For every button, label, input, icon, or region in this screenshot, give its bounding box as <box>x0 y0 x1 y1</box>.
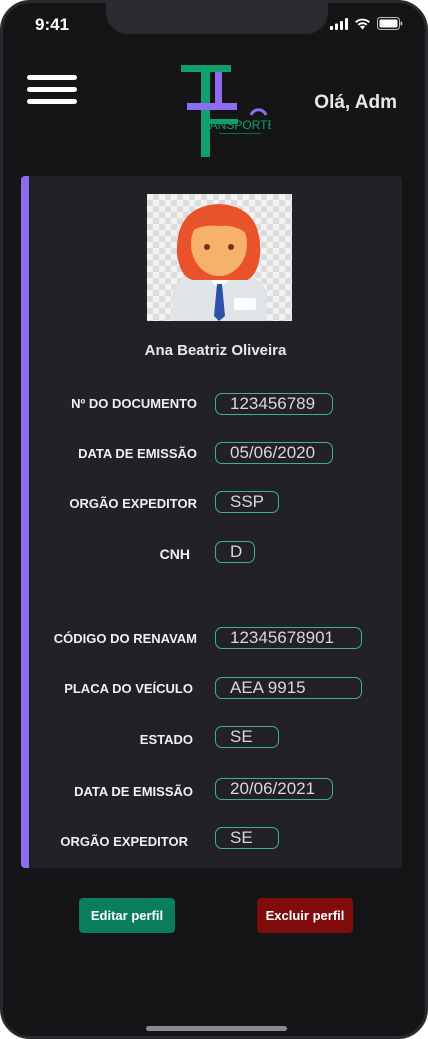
hamburger-menu-button[interactable] <box>27 75 79 105</box>
field-value-document-number: 123456789 <box>215 393 333 415</box>
field-value-issue-date: 05/06/2020 <box>215 442 333 464</box>
field-label-issue-date: DATA DE EMISSÃO <box>78 446 197 461</box>
field-label-vehicle-plate: PLACA DO VEÍCULO <box>64 681 193 696</box>
signal-icon <box>330 17 348 30</box>
field-value-state: SE <box>215 726 279 748</box>
field-value-cnh: D <box>215 541 255 563</box>
phone-screen: 9:41 RANSPORTE Olá, Adm Ana Beatriz Oliv… <box>0 0 428 1039</box>
menu-line <box>27 87 77 92</box>
logo-text: RANSPORTE <box>201 118 271 132</box>
field-label-renavam: CÓDIGO DO RENAVAM <box>53 631 197 646</box>
field-label-state: ESTADO <box>139 732 193 747</box>
field-label-issuing-agency: ORGÃO EXPEDITOR <box>69 496 197 511</box>
home-indicator <box>146 1026 287 1031</box>
notch <box>106 3 328 34</box>
field-value-vehicle-plate: AEA 9915 <box>215 677 362 699</box>
delete-profile-button[interactable]: Excluir perfil <box>257 898 353 933</box>
transporte-logo: RANSPORTE <box>181 65 271 157</box>
field-label-issue-date-2: DATA DE EMISSÃO <box>74 784 193 799</box>
field-value-issuing-agency-2: SE <box>215 827 279 849</box>
status-icons <box>330 17 403 30</box>
battery-icon <box>377 17 403 30</box>
greeting-text: Olá, Adm <box>314 92 397 113</box>
field-value-issuing-agency: SSP <box>215 491 279 513</box>
field-value-issue-date-2: 20/06/2021 <box>215 778 333 800</box>
profile-name: Ana Beatriz Oliveira <box>144 342 287 359</box>
wifi-icon <box>355 18 370 29</box>
field-label-issuing-agency-2: ORGÃO EXPEDITOR <box>60 834 188 849</box>
menu-line <box>27 99 77 104</box>
field-label-document-number: Nº DO DOCUMENTO <box>71 396 197 411</box>
status-time: 9:41 <box>35 15 70 34</box>
profile-card: Ana Beatriz Oliveira Nº DO DOCUMENTO 123… <box>21 176 402 868</box>
user-avatar-icon <box>172 204 267 321</box>
edit-profile-button[interactable]: Editar perfil <box>79 898 175 933</box>
avatar <box>147 194 292 321</box>
field-label-cnh: CNH <box>159 546 190 562</box>
field-value-renavam: 12345678901 <box>215 627 362 649</box>
menu-line <box>27 75 77 80</box>
